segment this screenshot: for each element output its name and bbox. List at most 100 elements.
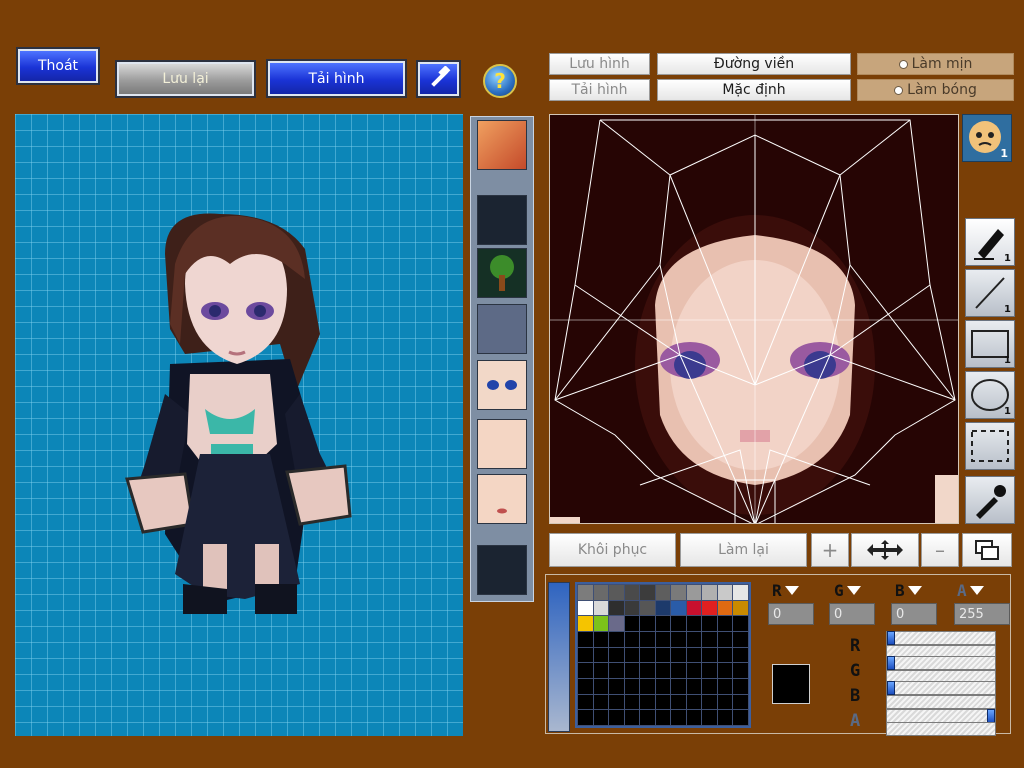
color-swatch[interactable] — [608, 662, 625, 679]
color-swatch[interactable] — [639, 631, 656, 648]
color-swatch[interactable] — [732, 646, 749, 664]
color-swatch[interactable] — [685, 646, 703, 664]
part-slot-tree[interactable] — [477, 248, 527, 298]
restore-button[interactable]: Khôi phục — [549, 533, 676, 567]
color-swatch[interactable] — [608, 631, 625, 648]
color-swatch[interactable] — [670, 615, 687, 632]
color-swatch[interactable] — [608, 678, 625, 695]
color-swatch[interactable] — [592, 646, 610, 664]
blue-channel-dropdown[interactable]: B — [895, 581, 922, 600]
color-swatch[interactable] — [670, 709, 687, 726]
color-swatch[interactable] — [592, 584, 610, 601]
color-swatch[interactable] — [654, 615, 672, 632]
select-tool-button[interactable] — [965, 422, 1015, 470]
color-swatch[interactable] — [732, 693, 749, 711]
blue-slider[interactable] — [886, 681, 996, 695]
part-slot-empty-2[interactable] — [477, 545, 527, 595]
shade-option[interactable]: Làm bóng — [857, 79, 1014, 101]
color-swatch[interactable] — [623, 662, 641, 679]
color-swatch[interactable] — [577, 599, 594, 617]
color-swatch[interactable] — [701, 709, 718, 726]
part-slot-hair[interactable] — [477, 120, 527, 170]
default-button[interactable]: Mặc định — [657, 79, 851, 101]
color-swatch[interactable] — [623, 599, 641, 617]
layers-button[interactable] — [962, 533, 1012, 567]
color-swatch[interactable] — [577, 646, 594, 664]
color-swatch[interactable] — [701, 615, 718, 632]
color-swatch[interactable] — [577, 678, 594, 695]
part-slot-outfit[interactable] — [477, 304, 527, 354]
alpha-value-field[interactable]: 255 — [954, 603, 1010, 625]
color-swatch[interactable] — [732, 662, 749, 679]
color-swatch[interactable] — [654, 584, 672, 601]
color-swatch[interactable] — [592, 662, 610, 679]
color-swatch[interactable] — [670, 693, 687, 711]
color-swatch[interactable] — [685, 709, 703, 726]
face-preset-button[interactable]: 1 — [962, 114, 1012, 162]
color-swatch[interactable] — [577, 584, 594, 601]
color-swatch[interactable] — [592, 678, 610, 695]
color-swatch[interactable] — [716, 584, 734, 601]
hammer-button[interactable] — [416, 60, 461, 98]
color-swatch[interactable] — [732, 584, 749, 601]
save-image-button[interactable]: Lưu hình — [549, 53, 650, 75]
color-swatch[interactable] — [701, 631, 718, 648]
color-swatch[interactable] — [608, 646, 625, 664]
exit-button[interactable]: Thoát — [16, 47, 100, 85]
alpha-slider-thumb[interactable] — [987, 709, 995, 723]
color-swatch[interactable] — [608, 709, 625, 726]
red-slider[interactable] — [886, 631, 996, 645]
color-swatch[interactable] — [608, 693, 625, 711]
color-swatch[interactable] — [623, 709, 641, 726]
color-swatch[interactable] — [716, 709, 734, 726]
color-swatch[interactable] — [654, 599, 672, 617]
color-swatch[interactable] — [623, 631, 641, 648]
rectangle-tool-button[interactable]: 1 — [965, 320, 1015, 368]
blue-value-field[interactable]: 0 — [891, 603, 937, 625]
color-swatch[interactable] — [623, 693, 641, 711]
color-swatch[interactable] — [685, 693, 703, 711]
color-swatch[interactable] — [685, 678, 703, 695]
color-swatch[interactable] — [577, 631, 594, 648]
color-swatch[interactable] — [654, 709, 672, 726]
color-swatch[interactable] — [716, 693, 734, 711]
blue-slider-fine[interactable] — [886, 695, 996, 709]
color-swatch[interactable] — [623, 615, 641, 632]
color-swatch[interactable] — [701, 662, 718, 679]
color-swatch[interactable] — [623, 584, 641, 601]
color-swatch[interactable] — [592, 631, 610, 648]
color-swatch[interactable] — [716, 599, 734, 617]
color-swatch[interactable] — [685, 599, 703, 617]
outline-button[interactable]: Đường viền — [657, 53, 851, 75]
color-swatch[interactable] — [639, 709, 656, 726]
color-swatch[interactable] — [654, 662, 672, 679]
shade-radio[interactable] — [894, 85, 904, 95]
color-swatch[interactable] — [670, 584, 687, 601]
color-swatch[interactable] — [639, 662, 656, 679]
color-swatch[interactable] — [716, 631, 734, 648]
color-swatch[interactable] — [577, 693, 594, 711]
color-swatch[interactable] — [639, 693, 656, 711]
color-swatch[interactable] — [639, 678, 656, 695]
color-swatch[interactable] — [732, 615, 749, 632]
help-button[interactable]: ? — [483, 64, 517, 98]
color-swatch[interactable] — [608, 615, 625, 632]
color-swatch-grid[interactable] — [575, 582, 751, 728]
red-channel-dropdown[interactable]: R — [772, 581, 799, 600]
blue-slider-thumb[interactable] — [887, 681, 895, 695]
character-preview[interactable] — [15, 114, 463, 736]
color-swatch[interactable] — [592, 599, 610, 617]
color-swatch[interactable] — [732, 631, 749, 648]
color-swatch[interactable] — [592, 693, 610, 711]
part-slot-face[interactable] — [477, 419, 527, 469]
redo-button[interactable]: Làm lại — [680, 533, 807, 567]
color-swatch[interactable] — [732, 709, 749, 726]
color-swatch[interactable] — [639, 615, 656, 632]
load-button[interactable]: Tải hình — [266, 59, 407, 98]
color-swatch[interactable] — [654, 693, 672, 711]
face-texture-canvas[interactable] — [549, 114, 959, 524]
color-swatch[interactable] — [701, 678, 718, 695]
color-swatch[interactable] — [685, 631, 703, 648]
pen-tool-button[interactable]: 1 — [965, 218, 1015, 266]
ellipse-tool-button[interactable]: 1 — [965, 371, 1015, 419]
